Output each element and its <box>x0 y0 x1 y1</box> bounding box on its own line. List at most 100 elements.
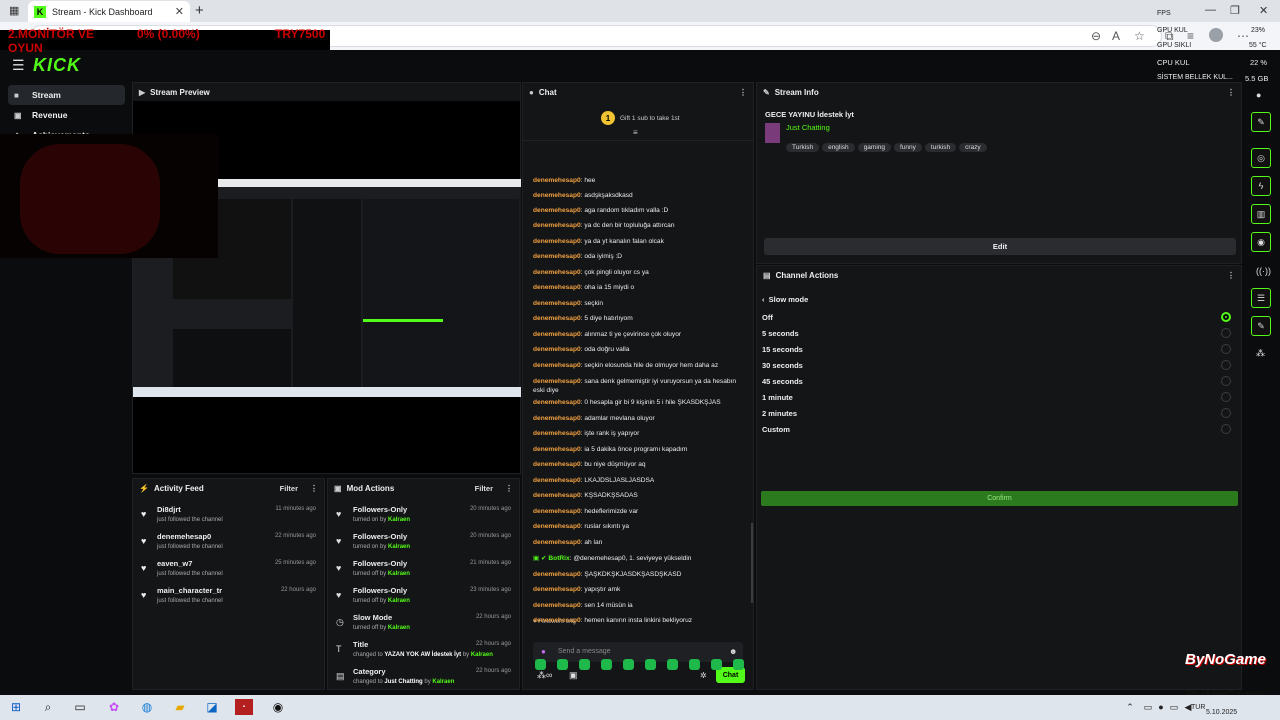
chat-scrollbar[interactable] <box>751 523 753 603</box>
emote-icon[interactable] <box>623 659 634 670</box>
chat-username[interactable]: denemehesap0 <box>533 571 581 578</box>
window-menu-icon[interactable]: ▦ <box>9 4 19 17</box>
obs-icon[interactable]: ◉ <box>270 699 286 715</box>
zoom-icon[interactable]: ⊖ <box>1091 29 1101 43</box>
emote-icon[interactable] <box>733 659 744 670</box>
gift-banner[interactable]: 1 Gift 1 sub to take 1st ≡ <box>523 101 753 141</box>
follower-name[interactable]: denemehesap0 <box>157 532 211 541</box>
file-explorer-icon[interactable]: ▰ <box>172 699 188 715</box>
emote-icon[interactable] <box>579 659 590 670</box>
mod-filter-button[interactable]: Filter <box>475 484 493 493</box>
chat-username[interactable]: denemehesap0 <box>533 300 581 307</box>
emote-icon[interactable] <box>689 659 700 670</box>
pencil-icon[interactable]: ✎ <box>1251 112 1271 132</box>
activity-filter-button[interactable]: Filter <box>280 484 298 493</box>
chat-username[interactable]: denemehesap0 <box>533 284 581 291</box>
broadcast-icon[interactable]: ((·)) <box>1256 266 1271 276</box>
stream-info-more-icon[interactable]: ⋮ <box>1227 88 1235 97</box>
slow-mode-option-label[interactable]: 5 seconds <box>762 329 799 338</box>
target-icon[interactable]: ◎ <box>1251 148 1271 168</box>
chat-username[interactable]: denemehesap0 <box>533 269 581 276</box>
chat-username[interactable]: denemehesap0 <box>533 346 581 353</box>
window-close-icon[interactable]: ✕ <box>1259 4 1268 17</box>
slow-mode-option-label[interactable]: 15 seconds <box>762 345 803 354</box>
chat-username[interactable]: denemehesap0 <box>533 222 581 229</box>
follower-name[interactable]: eaven_w7 <box>157 559 192 568</box>
follower-name[interactable]: main_character_tr <box>157 586 222 595</box>
mod-action-user[interactable]: Kalraen <box>388 571 410 577</box>
windows-start-icon[interactable]: ⊞ <box>8 699 24 715</box>
clipboard-icon[interactable]: ▥ <box>1251 204 1271 224</box>
channel-points-icon[interactable]: ⁂∞ <box>537 670 552 681</box>
slow-mode-radio[interactable] <box>1221 424 1231 434</box>
collapse-icon[interactable]: ≡ <box>633 128 638 137</box>
kick-logo[interactable]: KICK <box>33 55 81 76</box>
slow-mode-radio[interactable] <box>1221 344 1231 354</box>
browser-tab[interactable]: K Stream - Kick Dashboard ✕ <box>28 1 190 22</box>
chat-username[interactable]: denemehesap0 <box>533 331 581 338</box>
emoji-icon[interactable]: ☻ <box>729 647 737 656</box>
minimize-icon[interactable]: — <box>1205 4 1216 16</box>
mod-action-user[interactable]: Kalraen <box>388 625 410 631</box>
slow-mode-option-label[interactable]: 2 minutes <box>762 409 797 418</box>
confirm-button[interactable]: Confirm <box>761 491 1238 506</box>
gift-icon[interactable]: ▣ <box>569 670 578 681</box>
category-name[interactable]: Just Chatting <box>786 123 830 132</box>
chat-username[interactable]: denemehesap0 <box>533 446 581 453</box>
more-icon[interactable]: ⋯ <box>1237 29 1249 43</box>
edit-button[interactable]: Edit <box>764 238 1236 255</box>
slow-mode-option-label[interactable]: Custom <box>762 425 790 434</box>
chat-settings-icon[interactable]: ✲ <box>700 671 707 680</box>
tray-chevron-icon[interactable]: ⌃ <box>1122 699 1138 715</box>
slow-mode-radio[interactable] <box>1221 408 1231 418</box>
chat-bubble-icon[interactable]: ◉ <box>1251 232 1271 252</box>
slow-mode-radio[interactable] <box>1221 392 1231 402</box>
chat-username[interactable]: denemehesap0 <box>533 362 581 369</box>
emote-icon[interactable] <box>645 659 656 670</box>
mod-more-icon[interactable]: ⋮ <box>505 484 513 493</box>
emote-icon[interactable] <box>711 659 722 670</box>
chat-username[interactable]: BotRix <box>548 555 569 562</box>
emote-icon[interactable] <box>667 659 678 670</box>
chat-username[interactable]: denemehesap0 <box>533 399 581 406</box>
list-icon[interactable]: ☰ <box>1251 288 1271 308</box>
outlook-icon[interactable]: ◪ <box>204 699 220 715</box>
emote-icon[interactable] <box>601 659 612 670</box>
chat-username[interactable]: denemehesap0 <box>533 415 581 422</box>
edge-icon[interactable]: ◍ <box>139 699 155 715</box>
chat-username[interactable]: denemehesap0 <box>533 378 581 385</box>
chat-username[interactable]: denemehesap0 <box>533 253 581 260</box>
chat-username[interactable]: denemehesap0 <box>533 617 581 624</box>
slow-mode-radio[interactable] <box>1221 376 1231 386</box>
emote-icon[interactable] <box>557 659 568 670</box>
chat-username[interactable]: denemehesap0 <box>533 508 581 515</box>
slow-mode-option-label[interactable]: 30 seconds <box>762 361 803 370</box>
chat-username[interactable]: denemehesap0 <box>533 430 581 437</box>
chat-username[interactable]: denemehesap0 <box>533 461 581 468</box>
favorites-icon[interactable]: ≡ <box>1187 29 1194 43</box>
wrench-icon[interactable]: ✎ <box>1251 316 1271 336</box>
search-icon[interactable]: ⌕ <box>40 699 56 715</box>
chat-username[interactable]: denemehesap0 <box>533 602 581 609</box>
lightning-icon[interactable]: ϟ <box>1251 176 1271 196</box>
new-tab-icon[interactable]: + <box>195 2 204 19</box>
chat-username[interactable]: denemehesap0 <box>533 238 581 245</box>
activity-more-icon[interactable]: ⋮ <box>310 484 318 493</box>
chat-username[interactable]: denemehesap0 <box>533 477 581 484</box>
chat-username[interactable]: denemehesap0 <box>533 192 581 199</box>
mod-action-user[interactable]: Kalraen <box>471 652 493 658</box>
slow-mode-radio[interactable] <box>1221 360 1231 370</box>
slow-mode-back[interactable]: ‹ Slow mode <box>762 295 808 304</box>
mod-action-user[interactable]: Kalraen <box>432 679 454 685</box>
sidebar-item-revenue[interactable]: ▣ Revenue <box>8 105 125 125</box>
channel-actions-more-icon[interactable]: ⋮ <box>1227 271 1235 280</box>
tab-close-icon[interactable]: ✕ <box>175 5 184 18</box>
follower-name[interactable]: Di8djrt <box>157 505 181 514</box>
chat-username[interactable]: denemehesap0 <box>533 177 581 184</box>
mod-action-user[interactable]: Kalraen <box>388 598 410 604</box>
users-icon[interactable]: ⁂ <box>1256 348 1265 359</box>
chat-more-icon[interactable]: ⋮ <box>739 88 747 97</box>
profile-avatar[interactable] <box>1209 28 1223 42</box>
slow-mode-radio[interactable] <box>1221 328 1231 338</box>
slow-mode-option-label[interactable]: 45 seconds <box>762 377 803 386</box>
